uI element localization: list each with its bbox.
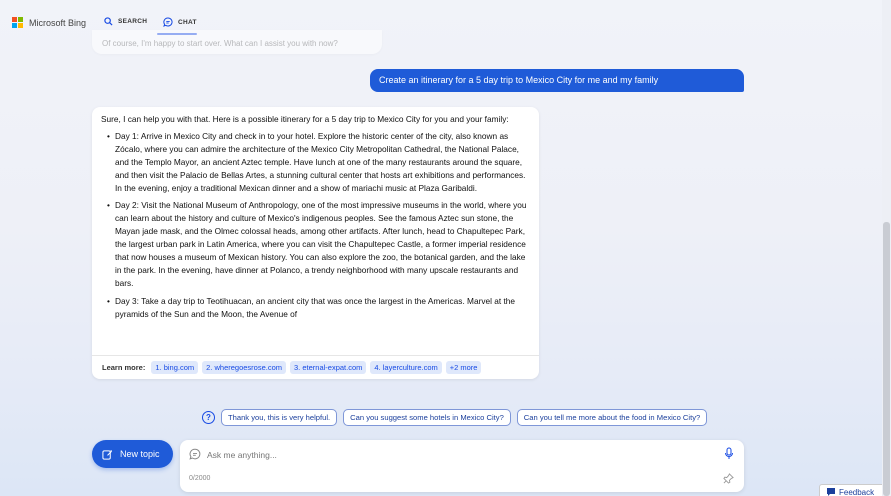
- feedback-label: Feedback: [839, 487, 875, 496]
- text-fade-overlay: [92, 333, 539, 353]
- chat-input-box: 0/2000: [180, 440, 744, 492]
- learn-more-label: Learn more:: [102, 363, 146, 372]
- new-topic-icon: [102, 449, 112, 460]
- new-topic-button[interactable]: New topic: [92, 440, 173, 468]
- character-count: 0/2000: [189, 475, 211, 482]
- learn-more-row: Learn more: 1. bing.com 2. wheregoesrose…: [92, 355, 539, 379]
- list-item: Day 1: Arrive in Mexico City and check i…: [101, 130, 529, 195]
- chat-bubble-icon: [189, 448, 201, 460]
- tab-search[interactable]: SEARCH: [104, 17, 147, 26]
- feedback-icon: [827, 488, 835, 496]
- chat-icon: [163, 17, 173, 27]
- suggestion-chips: ? Thank you, this is very helpful. Can y…: [202, 408, 708, 426]
- tab-chat[interactable]: CHAT: [163, 17, 197, 27]
- new-topic-label: New topic: [120, 449, 160, 459]
- tab-search-label: SEARCH: [118, 18, 148, 25]
- bot-intro: Sure, I can help you with that. Here is …: [101, 114, 509, 124]
- suggestion-chip[interactable]: Can you tell me more about the food in M…: [516, 408, 708, 426]
- search-icon: [104, 17, 113, 26]
- user-message: Create an itinerary for a 5 day trip to …: [370, 69, 744, 92]
- chat-input[interactable]: [207, 448, 707, 462]
- feedback-button[interactable]: Feedback: [819, 484, 891, 496]
- bing-logo[interactable]: Microsoft Bing: [12, 17, 86, 28]
- bot-message: Sure, I can help you with that. Here is …: [92, 107, 539, 379]
- bot-message-body: Sure, I can help you with that. Here is …: [92, 107, 539, 351]
- source-link[interactable]: 2. wheregoesrose.com: [202, 361, 287, 374]
- brand-name: Microsoft Bing: [29, 17, 87, 28]
- source-link[interactable]: 3. eternal-expat.com: [290, 361, 367, 374]
- more-sources-link[interactable]: +2 more: [445, 361, 482, 374]
- microsoft-logo-icon: [12, 17, 23, 28]
- suggestion-chip[interactable]: Can you suggest some hotels in Mexico Ci…: [343, 408, 511, 426]
- pin-icon[interactable]: [723, 473, 734, 484]
- list-item: Day 3: Take a day trip to Teotihuacan, a…: [101, 295, 529, 321]
- scrollbar-thumb[interactable]: [883, 222, 890, 496]
- source-link[interactable]: 4. layerculture.com: [370, 361, 442, 374]
- tab-chat-label: CHAT: [178, 18, 197, 26]
- itinerary-list: Day 1: Arrive in Mexico City and check i…: [101, 130, 529, 321]
- suggestion-chip[interactable]: Thank you, this is very helpful.: [221, 408, 338, 426]
- previous-bot-message: Of course, I'm happy to start over. What…: [92, 30, 382, 54]
- microphone-icon[interactable]: [724, 447, 734, 460]
- list-item: Day 2: Visit the National Museum of Anth…: [101, 199, 529, 289]
- help-icon[interactable]: ?: [202, 410, 215, 424]
- source-link[interactable]: 1. bing.com: [151, 361, 199, 374]
